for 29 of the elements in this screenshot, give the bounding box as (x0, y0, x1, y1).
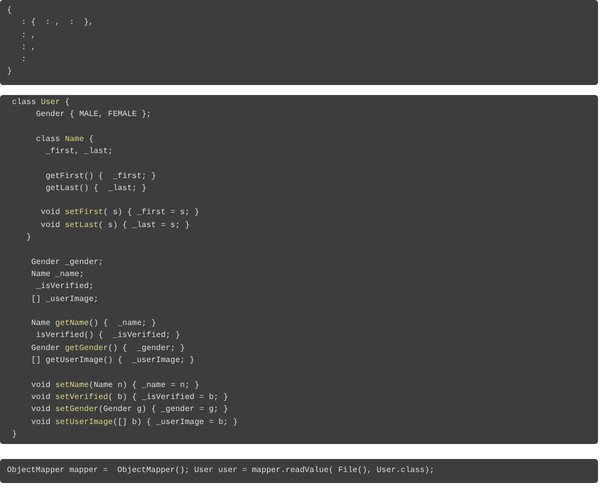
code-line: void setFirst( s) { _first = s; } (40, 207, 200, 220)
code-line: void setUserImage([] b) { _userImage = b; } (30, 416, 238, 428)
code-line: : { : , : }, (20, 17, 94, 30)
code-line: void setGender(Gender g) { _gender = g; } (30, 404, 228, 416)
code-line: : (20, 54, 26, 66)
code-line: void setName(Name n) { _name = n; } (30, 380, 200, 392)
code-line: Name _name; (30, 268, 84, 281)
code-line: { (7, 5, 12, 17)
code-line: class Name { (35, 134, 94, 146)
code-line: Name getName() { _name; } (30, 318, 156, 330)
code-line: isVerified() { _isVerified; } (35, 330, 180, 342)
code-line: : , (20, 30, 36, 42)
code-line: [] _userImage; (30, 294, 98, 306)
code-line: ObjectMapper mapper = ObjectMapper(); User user = mapper.readValue( File(), User.class); (7, 465, 434, 478)
code-line: void setVerified( b) { _isVerified = b; } (30, 392, 228, 404)
code-line: : , (20, 42, 36, 54)
code-line: getLast() { _last; } (44, 182, 146, 195)
code-line: _isVerified; (35, 281, 94, 294)
code-line: [] getUserImage() { _userImage; } (30, 355, 194, 368)
code-line: } (12, 428, 17, 441)
code-line: class User { (12, 96, 70, 109)
code-line: Gender { MALE, FEMALE }; (35, 109, 152, 122)
code-line: Gender _gender; (30, 256, 104, 269)
code-line: void setLast( s) { _last = s; } (40, 220, 190, 232)
code-line: Gender getGender() { _gender; } (30, 342, 185, 355)
code-line: _first, _last; (44, 146, 113, 158)
code-line: } (7, 66, 12, 78)
code-line: } (25, 232, 32, 244)
code-line: getFirst() { _first; } (44, 170, 156, 183)
